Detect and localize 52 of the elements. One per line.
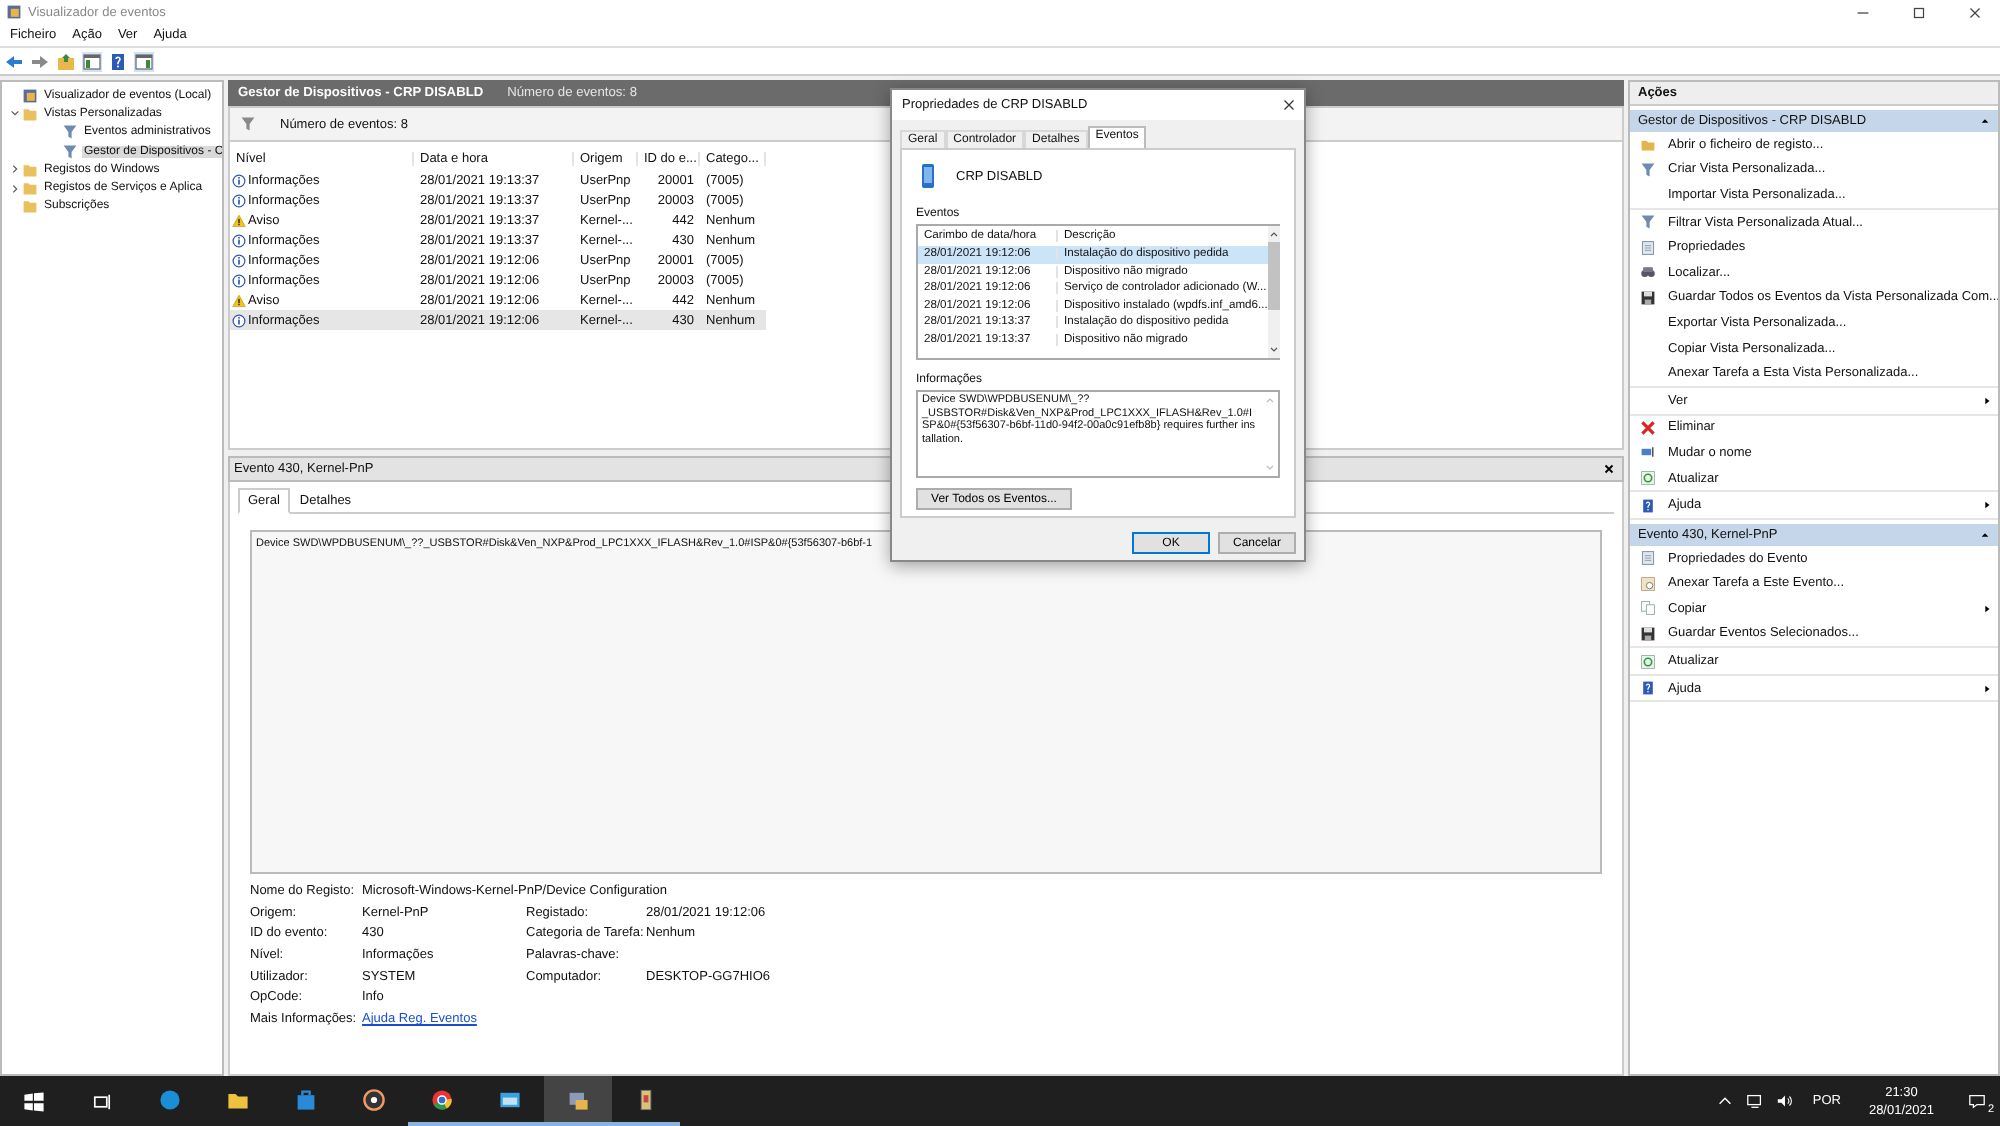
chevron-up-icon[interactable] xyxy=(1716,1092,1735,1110)
delete-icon xyxy=(1640,419,1656,436)
volume-icon[interactable] xyxy=(1776,1092,1795,1110)
floppy-icon xyxy=(1640,625,1656,642)
folder-icon xyxy=(22,105,38,122)
refresh-icon xyxy=(1640,653,1656,670)
folder-up-icon[interactable] xyxy=(56,51,76,71)
media-icon xyxy=(362,1087,386,1111)
scroll-down-icon[interactable] xyxy=(1267,344,1280,356)
close-icon[interactable] xyxy=(1966,3,1984,21)
folder-icon xyxy=(1640,136,1656,153)
properties-icon xyxy=(1640,550,1656,567)
close-icon[interactable] xyxy=(1280,96,1298,114)
maximize-icon[interactable] xyxy=(1910,3,1928,21)
scrollbar[interactable] xyxy=(1267,226,1280,358)
event-viewer-icon xyxy=(566,1087,590,1111)
edge-icon xyxy=(158,1087,182,1111)
help-icon xyxy=(1640,497,1656,514)
network-icon[interactable] xyxy=(1746,1092,1765,1110)
forward-icon[interactable] xyxy=(30,51,50,71)
refresh-icon xyxy=(1640,470,1656,487)
panel-icon[interactable] xyxy=(134,51,154,71)
device-icon xyxy=(920,162,936,190)
window-icon xyxy=(498,1087,522,1111)
panel-icon[interactable] xyxy=(82,51,102,71)
taskbar-button[interactable] xyxy=(544,1076,612,1126)
rename-icon xyxy=(1640,444,1656,461)
warning-icon xyxy=(232,213,246,227)
notification-icon xyxy=(1968,1092,1986,1110)
copy-icon xyxy=(1640,600,1656,617)
start-icon[interactable] xyxy=(22,1089,46,1113)
store-icon xyxy=(294,1087,318,1111)
back-icon[interactable] xyxy=(4,51,24,71)
filter-icon xyxy=(1640,161,1656,178)
event-viewer-icon xyxy=(22,87,38,104)
chrome-icon xyxy=(430,1087,454,1111)
task-view-icon[interactable] xyxy=(90,1089,114,1113)
help-icon[interactable] xyxy=(108,51,128,71)
floppy-icon xyxy=(1640,289,1656,306)
app-icon xyxy=(6,4,22,20)
filter-icon xyxy=(1640,214,1656,231)
collapse-icon[interactable] xyxy=(1980,116,1990,126)
help-icon xyxy=(1640,680,1656,697)
scroll-up-icon[interactable] xyxy=(1267,228,1280,240)
binoculars-icon xyxy=(1640,264,1656,281)
properties-icon xyxy=(1640,239,1656,256)
filter-icon xyxy=(240,116,256,132)
warning-icon xyxy=(232,293,246,307)
close-icon[interactable] xyxy=(1602,462,1616,476)
scroll-thumb[interactable] xyxy=(1267,242,1280,310)
collapse-icon[interactable] xyxy=(1980,529,1990,540)
task-icon xyxy=(1640,575,1656,592)
